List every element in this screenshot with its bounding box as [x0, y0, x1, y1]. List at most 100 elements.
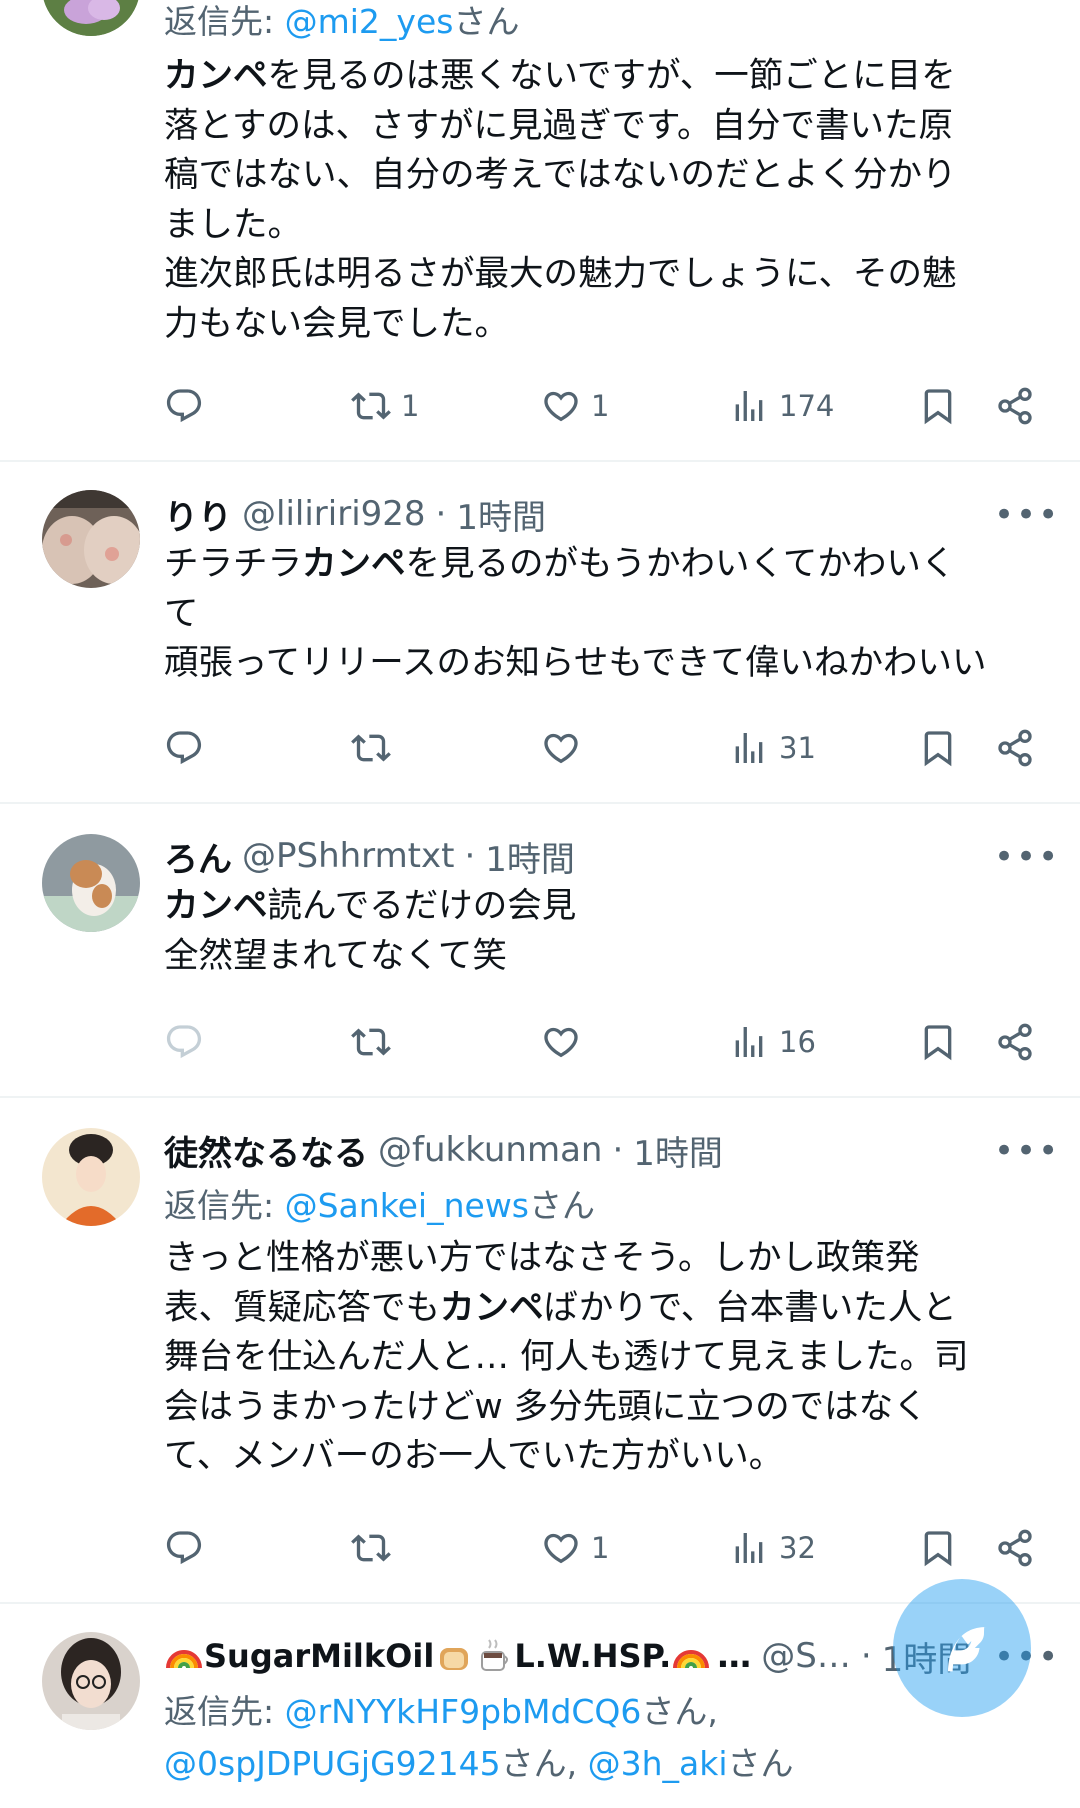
highlight-term: カンペ [164, 56, 268, 96]
user-handle[interactable]: @S… [761, 1636, 851, 1676]
bookmark-icon [918, 728, 958, 768]
share-button[interactable] [995, 1012, 1035, 1072]
tweet-text: カンペを見るのは悪くないですが、一節ごとに目を 落とすのは、さすがに見過ぎです。… [164, 52, 1044, 349]
views-icon [729, 386, 769, 426]
text-line: て [164, 593, 199, 634]
like-count: 1 [591, 1531, 610, 1565]
separator: · [612, 1130, 624, 1170]
timestamp[interactable]: 1時間 [456, 490, 546, 539]
display-name-part[interactable]: L.W.HSP. [514, 1637, 671, 1675]
like-button[interactable] [541, 718, 581, 778]
tweet-header: りり @liliriri928 · 1時間 [164, 488, 546, 540]
text-line: 頑張ってリリースのお知らせもできて偉いねかわいい [164, 643, 987, 683]
more-options-icon[interactable]: ••• [994, 1134, 1058, 1168]
reply-link[interactable]: @mi2_yes [285, 2, 454, 41]
retweet-button[interactable]: 1 [351, 376, 419, 436]
tweet-3[interactable]: ろん @PShhrmtxt · 1時間 ••• カンペ読んでるだけの会見 全然望… [0, 804, 1080, 1096]
retweet-button[interactable] [351, 1518, 391, 1578]
user-handle[interactable]: @liliriri928 [242, 494, 426, 534]
like-button[interactable] [541, 1012, 581, 1072]
text-span: 進次郎氏は明るさが最大の魅力でしょうに、その魅 [164, 254, 957, 294]
bookmark-button[interactable] [918, 1518, 958, 1578]
like-button[interactable]: 1 [541, 1518, 609, 1578]
retweet-button[interactable] [351, 718, 391, 778]
user-handle[interactable]: @fukkunman [378, 1130, 602, 1170]
more-options-icon[interactable]: ••• [994, 840, 1058, 874]
bookmark-icon [918, 1528, 958, 1568]
reply-suffix: さん [727, 1744, 794, 1783]
retweet-icon [351, 728, 391, 768]
text-span: ました。 [164, 204, 302, 245]
reply-link[interactable]: @Sankei_news [285, 1186, 529, 1225]
coffee-emoji-icon [481, 1639, 509, 1671]
text-span: ばかりで、台本書いた人と [543, 1287, 957, 1328]
avatar[interactable] [42, 490, 140, 588]
avatar[interactable] [42, 0, 140, 36]
tweet-4[interactable]: 徒然なるなる @fukkunman · 1時間 ••• 返信先: @Sankei… [0, 1098, 1080, 1602]
heart-icon [541, 728, 581, 768]
share-button[interactable] [995, 1518, 1035, 1578]
reply-suffix: さん, [641, 1692, 718, 1731]
highlight-term: カンペ [302, 544, 406, 584]
reply-button[interactable] [164, 376, 204, 436]
timestamp[interactable]: 1時間 [485, 832, 575, 881]
bookmark-button[interactable] [918, 1012, 958, 1072]
retweet-icon [351, 386, 391, 426]
views-count: 174 [779, 389, 835, 423]
reply-button[interactable] [164, 1518, 204, 1578]
reply-link[interactable]: @0spJDPUGjG92145 [164, 1744, 501, 1783]
avatar[interactable] [42, 1128, 140, 1226]
views-button[interactable]: 16 [729, 1012, 816, 1072]
heart-icon [541, 1022, 581, 1062]
text-span: 稿ではない、自分の考えではないのだとよく分かり [164, 155, 957, 195]
share-button[interactable] [995, 376, 1035, 436]
bookmark-button[interactable] [918, 718, 958, 778]
text-span: チラチラ [164, 544, 302, 584]
user-handle[interactable]: @PShhrmtxt [242, 836, 454, 876]
timestamp[interactable]: 1時間 [633, 1126, 723, 1175]
separator: · [860, 1636, 872, 1676]
avatar[interactable] [42, 834, 140, 932]
share-icon [995, 1528, 1035, 1568]
rainbow-emoji-icon [166, 1650, 202, 1669]
display-name[interactable]: SugarMilkOil [204, 1637, 434, 1675]
text-line: きっと性格が悪い方ではなさそう。しかし政策発 [164, 1238, 920, 1278]
reply-button[interactable] [164, 718, 204, 778]
share-button[interactable] [995, 718, 1035, 778]
retweet-button[interactable] [351, 1012, 391, 1072]
text-line: 稿ではない、自分の考えではないのだとよく分かり [164, 151, 1044, 201]
separator: · [435, 494, 447, 534]
reply-link[interactable]: @3h_aki [588, 1744, 728, 1783]
bookmark-icon [918, 386, 958, 426]
text-line: 会はうまかったけどw 多分先頭に立つのではなく [164, 1386, 928, 1427]
text-span: 読んでるだけの会見 [267, 886, 577, 926]
text-line: 力もない会見でした。 [164, 300, 1044, 350]
views-button[interactable]: 174 [729, 376, 834, 436]
views-count: 32 [779, 1531, 816, 1565]
compose-button[interactable] [893, 1579, 1031, 1717]
text-line: 表、質疑応答でもカンペばかりで、台本書いた人と [164, 1284, 1044, 1334]
views-icon [729, 728, 769, 768]
like-button[interactable]: 1 [541, 376, 609, 436]
display-name[interactable]: ろん [164, 832, 232, 881]
views-button[interactable]: 32 [729, 1518, 816, 1578]
like-count: 1 [591, 389, 610, 423]
views-button[interactable]: 31 [729, 718, 816, 778]
reply-link[interactable]: @rNYYkHF9pbMdCQ6 [285, 1692, 642, 1731]
reply-prefix: 返信先: [164, 1692, 285, 1731]
display-name[interactable]: 徒然なるなる [164, 1126, 368, 1175]
action-bar: 31 [0, 718, 1080, 778]
tweet-2[interactable]: りり @liliriri928 · 1時間 ••• チラチラカンペを見るのがもう… [0, 462, 1080, 802]
more-options-icon[interactable]: ••• [994, 498, 1058, 532]
share-icon [995, 1022, 1035, 1062]
reply-icon [164, 1022, 204, 1062]
tweet-header: 徒然なるなる @fukkunman · 1時間 [164, 1124, 723, 1176]
text-line: チラチラカンペを見るのがもうかわいくてかわいく [164, 540, 1044, 590]
tweet-1[interactable]: 返信先: @mi2_yesさん カンペを見るのは悪くないですが、一節ごとに目を … [0, 0, 1080, 460]
reply-button[interactable] [164, 1012, 204, 1072]
avatar[interactable] [42, 1632, 140, 1730]
highlight-term: カンペ [440, 1287, 544, 1328]
display-name[interactable]: りり [164, 490, 232, 539]
bookmark-button[interactable] [918, 376, 958, 436]
reply-suffix: さん [529, 1186, 595, 1225]
